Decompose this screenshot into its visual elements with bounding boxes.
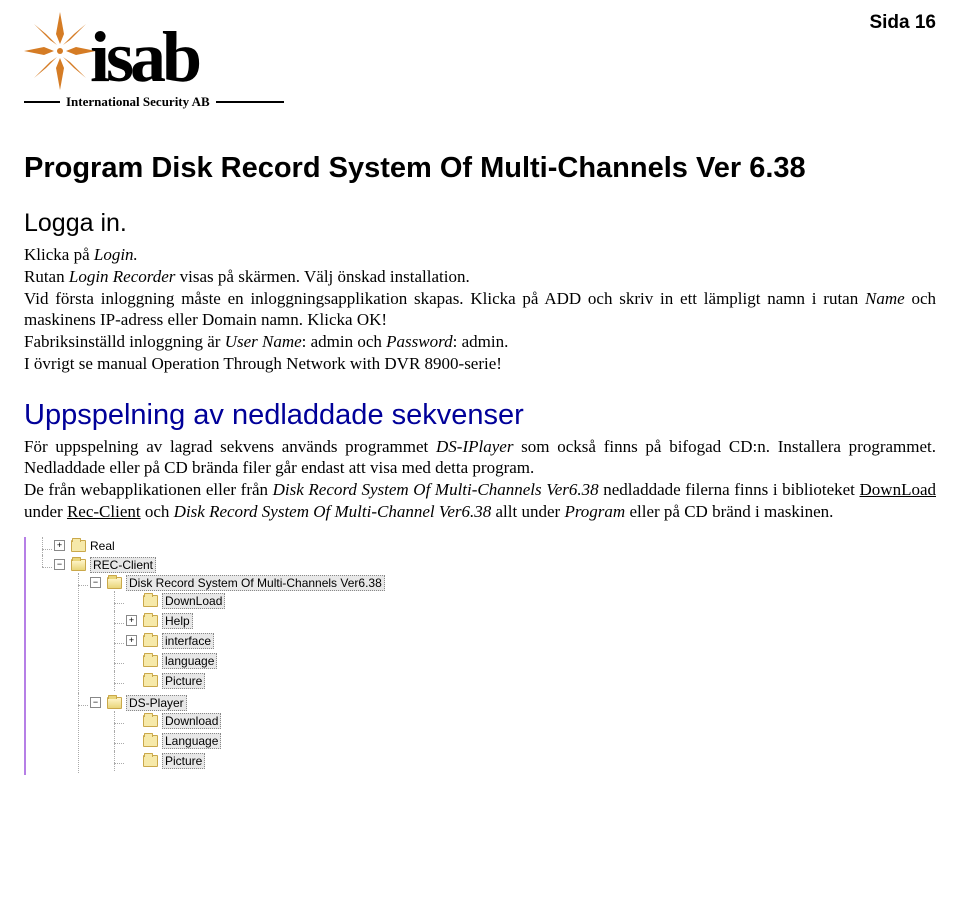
folder-icon	[143, 635, 158, 647]
expander-spacer	[126, 655, 137, 666]
logo: isab International Security AB	[24, 12, 284, 110]
folder-icon	[143, 755, 158, 767]
tree-item[interactable]: Help	[108, 611, 444, 631]
logo-text: isab	[90, 25, 198, 90]
login-line5: I övrigt se manual Operation Through Net…	[24, 353, 936, 375]
tree-item[interactable]: Picture	[108, 751, 444, 771]
collapse-icon[interactable]	[54, 559, 65, 570]
tree-item-label[interactable]: interface	[162, 633, 214, 649]
tree-item-label[interactable]: DS-Player	[126, 695, 187, 711]
tree-item-label[interactable]: REC-Client	[90, 557, 156, 573]
section-playback-heading: Uppspelning av nedladdade sekvenser	[24, 399, 936, 432]
tree-item-label[interactable]: Picture	[162, 753, 205, 769]
tree-item-label[interactable]: Help	[162, 613, 193, 629]
expander-spacer	[126, 755, 137, 766]
login-line1: Klicka på Login.	[24, 244, 936, 266]
login-line3: Vid första inloggning måste en inloggnin…	[24, 288, 936, 332]
expander-spacer	[126, 735, 137, 746]
expander-spacer	[126, 595, 137, 606]
tree-item-label[interactable]: Disk Record System Of Multi-Channels Ver…	[126, 575, 385, 591]
tree-item-label[interactable]: Download	[162, 713, 221, 729]
folder-icon	[143, 735, 158, 747]
tree-item-label[interactable]: DownLoad	[162, 593, 225, 609]
tree-item[interactable]: language	[108, 651, 444, 671]
folder-icon	[143, 715, 158, 727]
tree-item[interactable]: REC-Client Disk Record System Of Multi-Ch…	[36, 555, 444, 775]
page-header: isab International Security AB Sida 16	[24, 12, 936, 110]
page-title: Program Disk Record System Of Multi-Chan…	[24, 152, 936, 185]
tree-item[interactable]: Picture	[108, 671, 444, 691]
tree-item-label[interactable]: Language	[162, 733, 221, 749]
folder-open-icon	[107, 697, 122, 709]
tree-item-label[interactable]: Picture	[162, 673, 205, 689]
playback-para1: För uppspelning av lagrad sekvens använd…	[24, 436, 936, 480]
expander-spacer	[126, 715, 137, 726]
expand-icon[interactable]	[126, 615, 137, 626]
folder-open-icon	[107, 577, 122, 589]
tree-item-label[interactable]: Real	[90, 539, 115, 553]
tree-item[interactable]: Download	[108, 711, 444, 731]
tree-item[interactable]: interface	[108, 631, 444, 651]
tree-item[interactable]: DownLoad	[108, 591, 444, 611]
expand-icon[interactable]	[126, 635, 137, 646]
logo-tagline: International Security AB	[66, 94, 210, 110]
folder-icon	[143, 675, 158, 687]
folder-open-icon	[71, 559, 86, 571]
tree-item[interactable]: Real	[36, 537, 444, 555]
star-icon	[24, 12, 96, 90]
collapse-icon[interactable]	[90, 577, 101, 588]
login-line4: Fabriksinställd inloggning är User Name:…	[24, 331, 936, 353]
folder-icon	[71, 540, 86, 552]
tree-item-label[interactable]: language	[162, 653, 217, 669]
page-number: Sida 16	[869, 12, 936, 34]
folder-icon	[143, 655, 158, 667]
collapse-icon[interactable]	[90, 697, 101, 708]
folder-icon	[143, 615, 158, 627]
tree-item[interactable]: DS-Player Download Language Picture	[72, 693, 444, 773]
tree-item[interactable]: Disk Record System Of Multi-Channels Ver…	[72, 573, 444, 693]
section-login-heading: Logga in.	[24, 209, 936, 238]
folder-tree: Real REC-Client Disk Record System Of Mult…	[24, 537, 444, 775]
folder-icon	[143, 595, 158, 607]
expander-spacer	[126, 675, 137, 686]
playback-para2: De från webapplikationen eller från Disk…	[24, 479, 936, 523]
tree-item[interactable]: Language	[108, 731, 444, 751]
login-line2: Rutan Login Recorder visas på skärmen. V…	[24, 266, 936, 288]
expand-icon[interactable]	[54, 540, 65, 551]
